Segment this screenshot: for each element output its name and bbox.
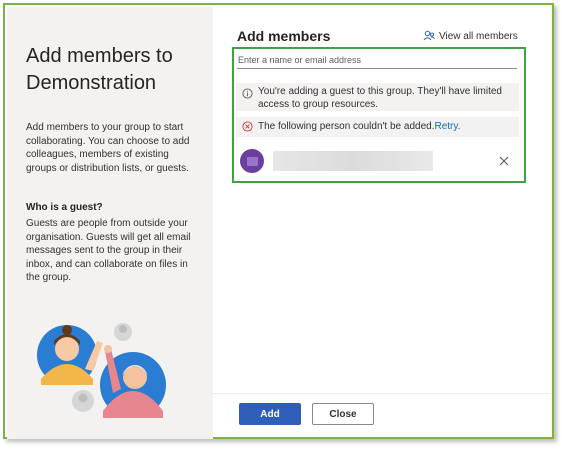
info-message-text: You're adding a guest to this group. The…: [258, 86, 502, 110]
add-error-message: The following person couldn't be added.R…: [236, 117, 519, 137]
guest-explanation: Guests are people from outside your orga…: [26, 218, 191, 284]
dialog-side-panel: Add members to Demonstration Add members…: [7, 7, 213, 439]
pending-member-row: [236, 147, 519, 175]
error-message-text: The following person couldn't be added.: [258, 121, 435, 132]
member-search-input[interactable]: [237, 52, 517, 69]
view-all-members-link[interactable]: View all members: [423, 30, 518, 42]
view-all-members-label: View all members: [439, 30, 518, 42]
error-circle-icon: [242, 121, 253, 132]
footer-divider: [210, 393, 550, 394]
close-icon[interactable]: [496, 153, 512, 169]
retry-link[interactable]: Retry.: [434, 121, 460, 132]
people-illustration: [37, 323, 166, 418]
people-icon: [423, 30, 435, 41]
panel-title: Add members: [237, 28, 331, 44]
close-button[interactable]: Close: [312, 403, 374, 425]
avatar: [240, 149, 264, 173]
redacted-member-name: [273, 151, 433, 171]
info-icon: [242, 88, 253, 99]
dialog-description: Add members to your group to start colla…: [26, 122, 190, 174]
dialog-title: Add members to Demonstration: [26, 45, 173, 94]
guest-heading: Who is a guest?: [26, 202, 103, 213]
add-button[interactable]: Add: [239, 403, 301, 425]
guest-info-message: You're adding a guest to this group. The…: [236, 83, 519, 111]
